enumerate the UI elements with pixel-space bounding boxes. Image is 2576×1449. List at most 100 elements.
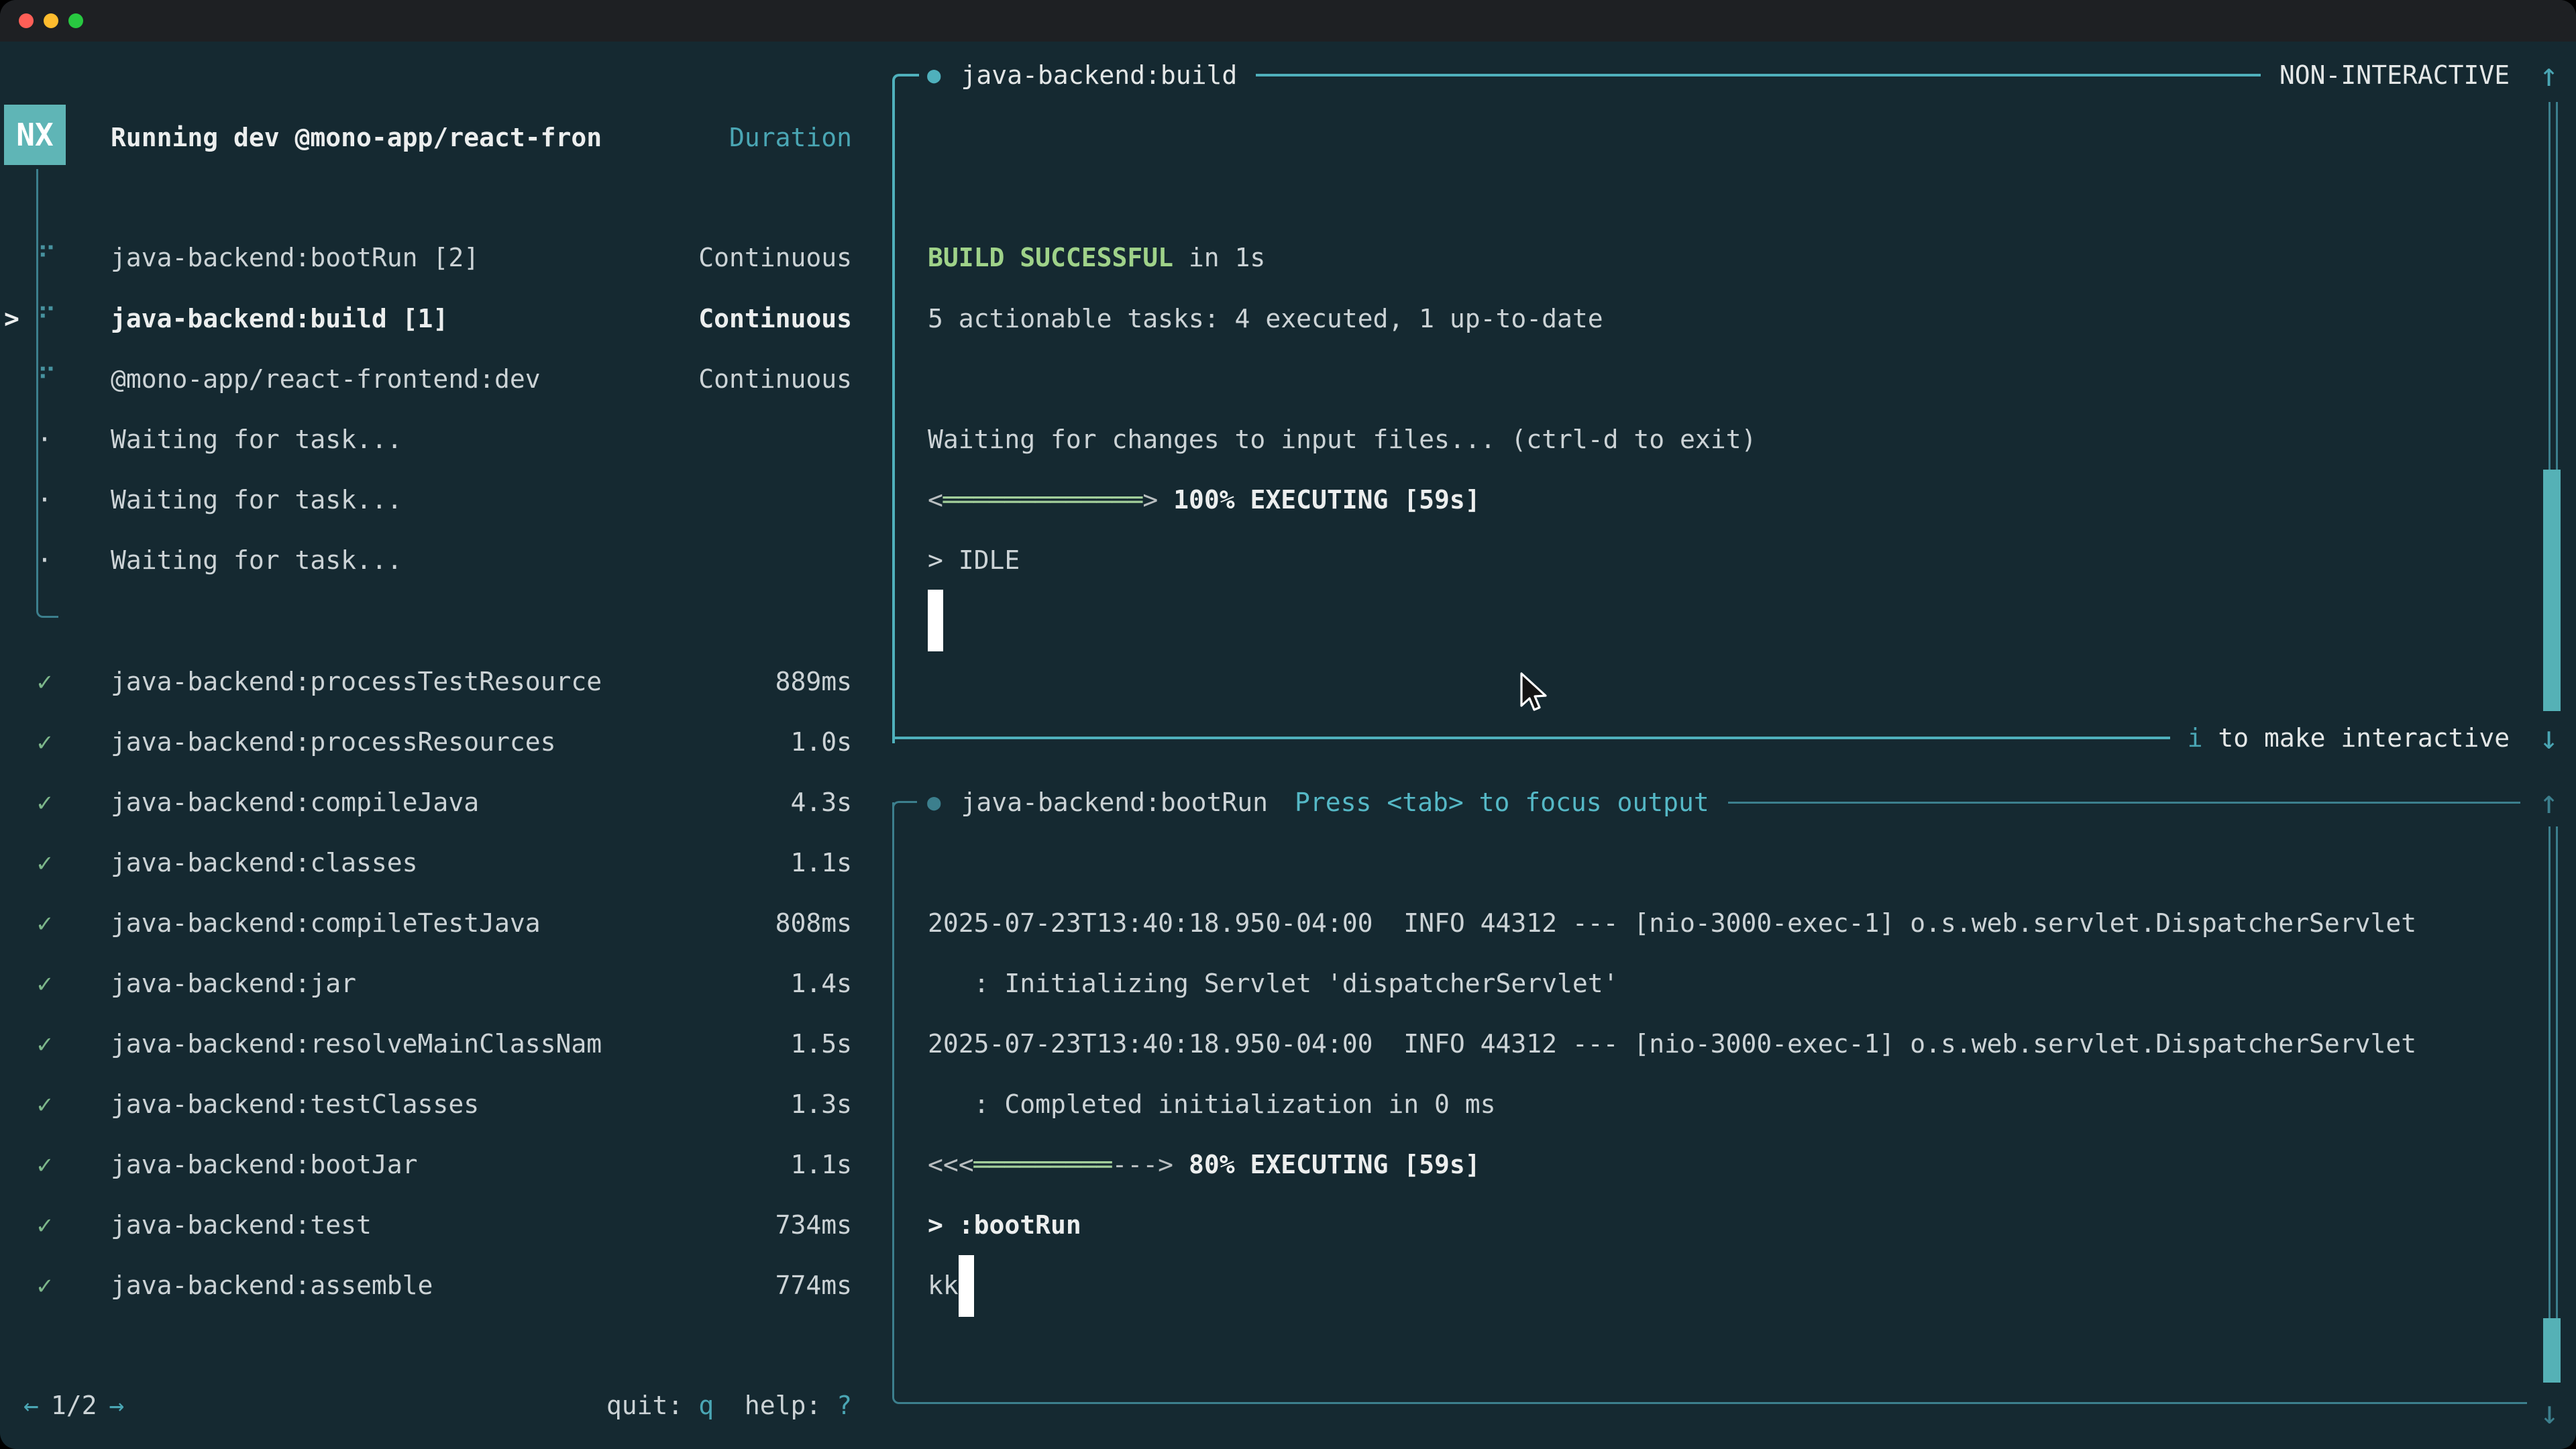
task-name: java-backend:classes xyxy=(111,848,418,877)
task-bullet-icon: ● xyxy=(927,62,941,89)
waiting-label: Waiting for task... xyxy=(111,485,402,515)
task-row[interactable]: ✓ java-backend:processResources 1.0s xyxy=(0,712,872,772)
task-name: java-backend:processResources xyxy=(111,727,555,757)
help-key[interactable]: ? xyxy=(837,1391,852,1420)
header-rule xyxy=(1728,802,2520,804)
task-duration: 734ms xyxy=(775,1210,852,1240)
task-duration: 808ms xyxy=(775,908,852,938)
task-row-selected[interactable]: > ⠋ java-backend:build [1] Continuous xyxy=(0,288,872,349)
task-bullet-icon: ● xyxy=(927,789,941,816)
page-next-arrow-icon[interactable]: → xyxy=(109,1391,125,1420)
task-duration: Continuous xyxy=(698,243,852,272)
bar-dashes: ---> xyxy=(1112,1150,1174,1179)
task-row[interactable]: ⠋ java-backend:bootRun [2] Continuous xyxy=(0,227,872,288)
quit-label: quit: xyxy=(606,1391,698,1420)
task-name: java-backend:test xyxy=(111,1210,372,1240)
task-list-header: Running dev @mono-app/react-fron Duratio… xyxy=(0,107,872,168)
scrollbar-track[interactable] xyxy=(2548,102,2558,470)
task-row[interactable]: ✓ java-backend:resolveMainClassNam 1.5s xyxy=(0,1014,872,1074)
task-duration: 1.5s xyxy=(790,1029,852,1059)
task-row[interactable]: ⠋ @mono-app/react-frontend:dev Continuou… xyxy=(0,349,872,409)
pending-bullet-icon: · xyxy=(37,485,91,515)
task-row[interactable]: ✓ java-backend:test 734ms xyxy=(0,1195,872,1255)
bootrun-pane-header: ● java-backend:bootRun Press <tab> to fo… xyxy=(927,777,2559,828)
check-icon: ✓ xyxy=(37,908,91,938)
task-name: java-backend:build [1] xyxy=(111,304,448,333)
task-row[interactable]: ✓ java-backend:processTestResource 889ms xyxy=(0,651,872,712)
check-icon: ✓ xyxy=(37,1150,91,1179)
selection-arrow-icon: > xyxy=(4,304,19,333)
task-duration: 889ms xyxy=(775,667,852,696)
task-row[interactable]: ✓ java-backend:jar 1.4s xyxy=(0,953,872,1014)
log-line: 2025-07-23T13:40:18.950-04:00 INFO 44312… xyxy=(928,893,2416,953)
task-duration: 1.1s xyxy=(790,848,852,877)
header-rule xyxy=(1256,74,2261,76)
interactive-key: i xyxy=(2188,723,2203,753)
task-name: java-backend:testClasses xyxy=(111,1089,479,1119)
task-duration: 1.1s xyxy=(790,1150,852,1179)
check-icon: ✓ xyxy=(37,727,91,757)
task-duration: 774ms xyxy=(775,1271,852,1300)
terminal-cursor xyxy=(959,1255,974,1317)
focus-hint: Press <tab> to focus output xyxy=(1295,788,1709,817)
scrollbar-thumb[interactable] xyxy=(2543,470,2561,711)
task-name: java-backend:jar xyxy=(111,969,356,998)
pending-bullet-icon: · xyxy=(37,545,91,575)
scroll-down-icon[interactable]: ↓ xyxy=(2539,719,2559,757)
task-duration: 1.0s xyxy=(790,727,852,757)
bar-open: < xyxy=(928,485,943,515)
task-name: java-backend:compileJava xyxy=(111,788,479,817)
build-pane-title: java-backend:build xyxy=(961,60,1237,90)
task-duration: 4.3s xyxy=(790,788,852,817)
footer-rule xyxy=(892,737,2170,739)
scroll-down-icon[interactable]: ↓ xyxy=(2540,1394,2559,1432)
check-icon: ✓ xyxy=(37,848,91,877)
scroll-up-icon[interactable]: ↑ xyxy=(2539,56,2559,94)
input-line[interactable]: kk xyxy=(928,1255,959,1316)
task-row-waiting: · Waiting for task... xyxy=(0,530,872,590)
task-row[interactable]: ✓ java-backend:compileJava 4.3s xyxy=(0,772,872,833)
bar-label: 80% EXECUTING [59s] xyxy=(1173,1150,1481,1179)
build-pane-border xyxy=(892,74,919,743)
log-line: : Completed initialization in 0 ms xyxy=(928,1074,1495,1134)
log-line: 2025-07-23T13:40:18.950-04:00 INFO 44312… xyxy=(928,1014,2416,1074)
task-row[interactable]: ✓ java-backend:testClasses 1.3s xyxy=(0,1074,872,1134)
task-name: java-backend:compileTestJava xyxy=(111,908,541,938)
help-label: help: xyxy=(714,1391,837,1420)
build-pane-header: ● java-backend:build NON-INTERACTIVE ↑ xyxy=(927,50,2559,101)
zoom-button[interactable] xyxy=(68,13,83,28)
mouse-pointer-icon xyxy=(1517,672,1550,724)
task-row[interactable]: ✓ java-backend:classes 1.1s xyxy=(0,833,872,893)
spinner-icon: ⠋ xyxy=(37,242,91,273)
task-name: java-backend:bootJar xyxy=(111,1150,418,1179)
close-button[interactable] xyxy=(19,13,34,28)
task-row[interactable]: ✓ java-backend:bootJar 1.1s xyxy=(0,1134,872,1195)
gradle-progress-bar: <═════════════> 100% EXECUTING [59s] xyxy=(928,470,1481,530)
terminal-window: NX Running dev @mono-app/react-fron Dura… xyxy=(0,0,2576,1449)
page-indicator: 1/2 xyxy=(51,1391,97,1420)
terminal-line: BUILD SUCCESSFUL in 1s xyxy=(928,227,1265,288)
minimize-button[interactable] xyxy=(44,13,58,28)
sidebar-footer: ← 1/2 → quit: q help: ? xyxy=(0,1375,872,1436)
check-icon: ✓ xyxy=(37,1271,91,1300)
gradle-progress-bar: <<<═════════---> 80% EXECUTING [59s] xyxy=(928,1134,1481,1195)
task-list-title: Running dev @mono-app/react-fron xyxy=(111,123,602,152)
task-row-waiting: · Waiting for task... xyxy=(0,409,872,470)
check-icon: ✓ xyxy=(37,1029,91,1059)
task-row[interactable]: ✓ java-backend:compileTestJava 808ms xyxy=(0,893,872,953)
build-success-time: in 1s xyxy=(1173,243,1265,272)
terminal-line: Waiting for changes to input files... (c… xyxy=(928,409,1756,470)
bar-open: <<< xyxy=(928,1150,974,1179)
check-icon: ✓ xyxy=(37,1210,91,1240)
check-icon: ✓ xyxy=(37,667,91,696)
scroll-up-icon[interactable]: ↑ xyxy=(2539,784,2559,821)
task-duration: 1.4s xyxy=(790,969,852,998)
page-prev-arrow-icon[interactable]: ← xyxy=(23,1391,39,1420)
titlebar xyxy=(0,0,2576,42)
scrollbar-thumb[interactable] xyxy=(2543,1318,2561,1383)
task-row[interactable]: ✓ java-backend:assemble 774ms xyxy=(0,1255,872,1316)
quit-key[interactable]: q xyxy=(698,1391,714,1420)
scrollbar-track[interactable] xyxy=(2548,826,2558,1318)
terminal-line: > IDLE xyxy=(928,530,1020,590)
prompt-line: > :bootRun xyxy=(928,1195,1081,1255)
